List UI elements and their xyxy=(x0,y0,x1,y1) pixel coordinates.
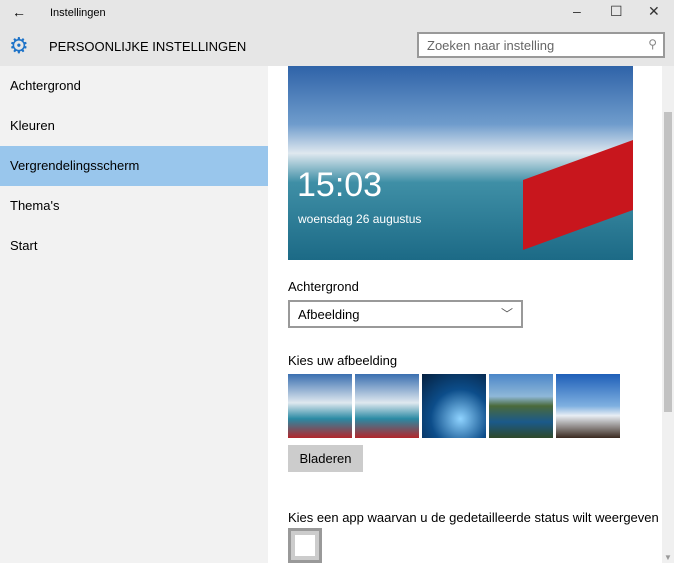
sidebar-item-kleuren[interactable]: Kleuren xyxy=(0,106,268,146)
plane-wing xyxy=(523,139,633,251)
maximize-button[interactable]: ☐ xyxy=(610,3,623,20)
back-button[interactable]: ← xyxy=(12,4,26,20)
sidebar-item-achtergrond[interactable]: Achtergrond xyxy=(0,66,268,106)
background-dropdown[interactable]: Afbeelding ﹀ xyxy=(288,300,523,328)
scrollbar-thumb[interactable] xyxy=(664,112,672,412)
browse-button[interactable]: Bladeren xyxy=(288,445,363,472)
picture-thumbnails xyxy=(288,374,620,438)
picture-thumb[interactable] xyxy=(355,374,419,438)
content: 15:03 woensdag 26 augustus Achtergrond A… xyxy=(268,66,662,563)
gear-icon: ⚙ xyxy=(9,33,29,58)
search-placeholder: Zoeken naar instelling xyxy=(427,38,555,53)
background-label: Achtergrond xyxy=(288,279,359,294)
lock-screen-preview: 15:03 woensdag 26 augustus xyxy=(288,66,633,260)
picture-thumb[interactable] xyxy=(556,374,620,438)
minimize-button[interactable]: – xyxy=(573,3,581,19)
scrollbar[interactable]: ▼ xyxy=(662,66,674,563)
pictures-label: Kies uw afbeelding xyxy=(288,353,398,368)
sidebar: Achtergrond Kleuren Vergrendelingsscherm… xyxy=(0,66,268,563)
header: ⚙ PERSOONLIJKE INSTELLINGEN Zoeken naar … xyxy=(0,26,674,66)
chevron-down-icon: ﹀ xyxy=(500,307,513,321)
preview-date: woensdag 26 augustus xyxy=(298,212,422,226)
picture-thumb[interactable] xyxy=(489,374,553,438)
picture-thumb[interactable] xyxy=(288,374,352,438)
picture-thumb[interactable] xyxy=(422,374,486,438)
preview-time: 15:03 xyxy=(297,166,383,204)
background-value: Afbeelding xyxy=(298,307,360,322)
search-icon[interactable]: ⚲ xyxy=(648,37,657,51)
sidebar-item-vergrendelingsscherm[interactable]: Vergrendelingsscherm xyxy=(0,146,268,186)
app-status-picker[interactable] xyxy=(288,528,322,563)
close-button[interactable]: ✕ xyxy=(648,3,660,20)
scroll-down-icon[interactable]: ▼ xyxy=(664,553,672,562)
search-input[interactable]: Zoeken naar instelling ⚲ xyxy=(417,32,665,58)
sidebar-item-start[interactable]: Start xyxy=(0,226,268,266)
page-title: PERSOONLIJKE INSTELLINGEN xyxy=(49,39,247,54)
title-bar: ← Instellingen – ☐ ✕ xyxy=(0,0,674,26)
app-status-label: Kies een app waarvan u de gedetailleerde… xyxy=(288,510,659,525)
window-title: Instellingen xyxy=(50,7,106,19)
sidebar-item-themas[interactable]: Thema's xyxy=(0,186,268,226)
